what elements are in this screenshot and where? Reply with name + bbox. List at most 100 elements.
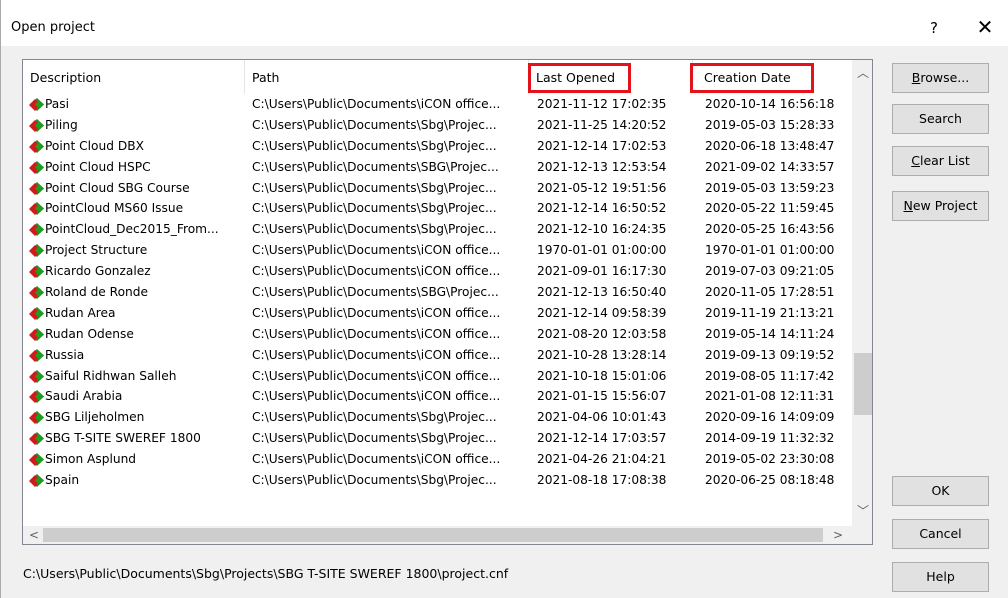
highlight-box-last-opened <box>528 63 631 93</box>
search-button[interactable]: Search <box>892 104 989 134</box>
table-row[interactable]: Rudan Area C:\Users\Public\Documents\iCON… <box>23 303 852 324</box>
row-creation-date: 2020-11-05 17:28:51 <box>705 285 835 300</box>
row-creation-date: 2019-08-05 11:17:42 <box>705 368 835 383</box>
help-button[interactable]: Help <box>892 562 989 592</box>
row-path: C:\Users\Public\Documents\SBG\Projec... <box>252 285 499 300</box>
project-list[interactable]: Description Path Last Opened Creation Da… <box>22 59 873 545</box>
highlight-box-creation-date <box>690 63 814 93</box>
row-description: Saiful Ridhwan Salleh <box>45 368 177 383</box>
row-last-opened: 2021-09-01 16:17:30 <box>537 264 667 279</box>
row-last-opened: 2021-12-14 09:58:39 <box>537 305 667 320</box>
column-header-description[interactable]: Description <box>23 60 244 94</box>
table-row[interactable]: Piling C:\Users\Public\Documents\Sbg\Proj… <box>23 115 852 136</box>
ok-button[interactable]: OK <box>892 476 989 506</box>
table-row[interactable]: Russia C:\Users\Public\Documents\iCON off… <box>23 345 852 366</box>
row-last-opened: 2021-08-18 17:08:38 <box>537 473 667 488</box>
row-description: Piling <box>45 117 78 132</box>
vertical-scroll-thumb[interactable] <box>854 353 872 415</box>
table-row[interactable]: Pasi C:\Users\Public\Documents\iCON offic… <box>23 94 852 115</box>
vertical-scrollbar[interactable]: ︿ ﹀ <box>852 60 872 526</box>
project-diamond-icon <box>29 431 45 446</box>
row-creation-date: 2019-11-19 21:13:21 <box>705 305 835 320</box>
row-creation-date: 1970-01-01 01:00:00 <box>705 243 835 258</box>
table-row[interactable]: Point Cloud SBG Course C:\Users\Public\Do… <box>23 178 852 199</box>
row-path: C:\Users\Public\Documents\Sbg\Projec... <box>252 117 497 132</box>
row-last-opened: 2021-01-15 15:56:07 <box>537 389 667 404</box>
row-creation-date: 2020-10-14 16:56:18 <box>705 97 835 111</box>
scroll-down-icon[interactable]: ﹀ <box>853 502 872 522</box>
new-project-button[interactable]: New Project <box>892 191 989 221</box>
row-last-opened: 2021-11-12 17:02:35 <box>537 97 667 111</box>
row-description: Rudan Odense <box>45 326 134 341</box>
horizontal-scroll-thumb[interactable] <box>43 528 823 542</box>
table-row[interactable]: SBG T-SITE SWEREF 1800 C:\Users\Public\Do… <box>23 428 852 449</box>
row-description: Pasi <box>45 97 70 111</box>
row-path: C:\Users\Public\Documents\Sbg\Projec... <box>252 138 497 153</box>
row-path: C:\Users\Public\Documents\Sbg\Projec... <box>252 410 497 425</box>
horizontal-scrollbar[interactable]: < > <box>23 526 852 544</box>
row-last-opened: 2021-12-14 16:50:52 <box>537 201 667 216</box>
table-row[interactable]: Spain C:\Users\Public\Documents\Sbg\Proje… <box>23 470 852 491</box>
row-description: Roland de Ronde <box>45 285 149 300</box>
row-creation-date: 2020-06-25 08:18:48 <box>705 473 835 488</box>
row-path: C:\Users\Public\Documents\iCON office... <box>252 243 501 258</box>
project-diamond-icon <box>29 222 45 237</box>
table-row[interactable]: PointCloud MS60 Issue C:\Users\Public\Doc… <box>23 198 852 219</box>
title-bar: Open project ? ✕ <box>1 0 1008 46</box>
open-project-dialog: Open project ? ✕ Description Path Last O… <box>0 0 1008 598</box>
cancel-button[interactable]: Cancel <box>892 519 989 549</box>
row-path: C:\Users\Public\Documents\Sbg\Projec... <box>252 180 497 195</box>
browse-button[interactable]: Browse... <box>892 63 989 93</box>
list-header: Description Path Last Opened Creation Da… <box>23 60 852 94</box>
table-row[interactable]: Ricardo Gonzalez C:\Users\Public\Document… <box>23 261 852 282</box>
row-path: C:\Users\Public\Documents\iCON office... <box>252 326 501 341</box>
row-creation-date: 2020-05-22 11:59:45 <box>705 201 835 216</box>
scroll-right-icon[interactable]: > <box>831 526 845 544</box>
row-last-opened: 2021-08-20 12:03:58 <box>537 326 667 341</box>
row-creation-date: 2014-09-19 11:32:32 <box>705 431 835 446</box>
project-diamond-icon <box>29 389 45 404</box>
project-diamond-icon <box>29 97 45 112</box>
close-icon[interactable]: ✕ <box>967 13 1003 41</box>
row-last-opened: 2021-04-26 21:04:21 <box>537 452 667 467</box>
scroll-up-icon[interactable]: ︿ <box>853 64 872 84</box>
table-row[interactable]: PointCloud_Dec2015_From... C:\Users\Publi… <box>23 219 852 240</box>
project-diamond-icon <box>29 410 45 425</box>
project-diamond-icon <box>29 285 45 300</box>
row-description: Project Structure <box>45 243 148 258</box>
row-last-opened: 2021-12-10 16:24:35 <box>537 222 667 237</box>
row-path: C:\Users\Public\Documents\iCON office... <box>252 389 501 404</box>
project-diamond-icon <box>29 243 45 258</box>
table-row[interactable]: Roland de Ronde C:\Users\Public\Documents… <box>23 282 852 303</box>
clear-list-button[interactable]: Clear List <box>892 146 989 176</box>
table-row[interactable]: Saudi Arabia C:\Users\Public\Documents\iC… <box>23 386 852 407</box>
table-row[interactable]: Point Cloud DBX C:\Users\Public\Documents… <box>23 136 852 157</box>
table-row[interactable]: Point Cloud HSPC C:\Users\Public\Document… <box>23 157 852 178</box>
row-path: C:\Users\Public\Documents\iCON office... <box>252 368 501 383</box>
project-diamond-icon <box>29 348 45 363</box>
table-row[interactable]: Rudan Odense C:\Users\Public\Documents\iC… <box>23 324 852 345</box>
project-diamond-icon <box>29 264 45 279</box>
table-row[interactable]: SBG Liljeholmen C:\Users\Public\Documents… <box>23 407 852 428</box>
scroll-left-icon[interactable]: < <box>27 526 41 544</box>
row-creation-date: 2019-05-02 23:30:08 <box>705 452 835 467</box>
project-diamond-icon <box>29 452 45 467</box>
row-last-opened: 2021-12-13 12:53:54 <box>537 159 667 174</box>
project-diamond-icon <box>29 160 45 175</box>
row-description: Simon Asplund <box>45 452 137 467</box>
row-creation-date: 2020-05-25 16:43:56 <box>705 222 835 237</box>
row-creation-date: 2019-09-13 09:19:52 <box>705 347 835 362</box>
row-description: SBG T-SITE SWEREF 1800 <box>45 431 201 446</box>
help-question-icon[interactable]: ? <box>919 15 949 41</box>
row-path: C:\Users\Public\Documents\iCON office... <box>252 97 501 111</box>
table-row[interactable]: Simon Asplund C:\Users\Public\Documents\i… <box>23 449 852 470</box>
list-rows: Pasi C:\Users\Public\Documents\iCON offic… <box>23 94 852 491</box>
row-last-opened: 2021-10-28 13:28:14 <box>537 347 667 362</box>
row-description: SBG Liljeholmen <box>45 410 145 425</box>
table-row[interactable]: Saiful Ridhwan Salleh C:\Users\Public\Doc… <box>23 366 852 387</box>
column-header-path[interactable]: Path <box>245 60 528 94</box>
row-last-opened: 2021-12-14 17:02:53 <box>537 138 667 153</box>
row-path: C:\Users\Public\Documents\Sbg\Projec... <box>252 201 497 216</box>
table-row[interactable]: Project Structure C:\Users\Public\Documen… <box>23 240 852 261</box>
row-path: C:\Users\Public\Documents\Sbg\Projec... <box>252 431 497 446</box>
